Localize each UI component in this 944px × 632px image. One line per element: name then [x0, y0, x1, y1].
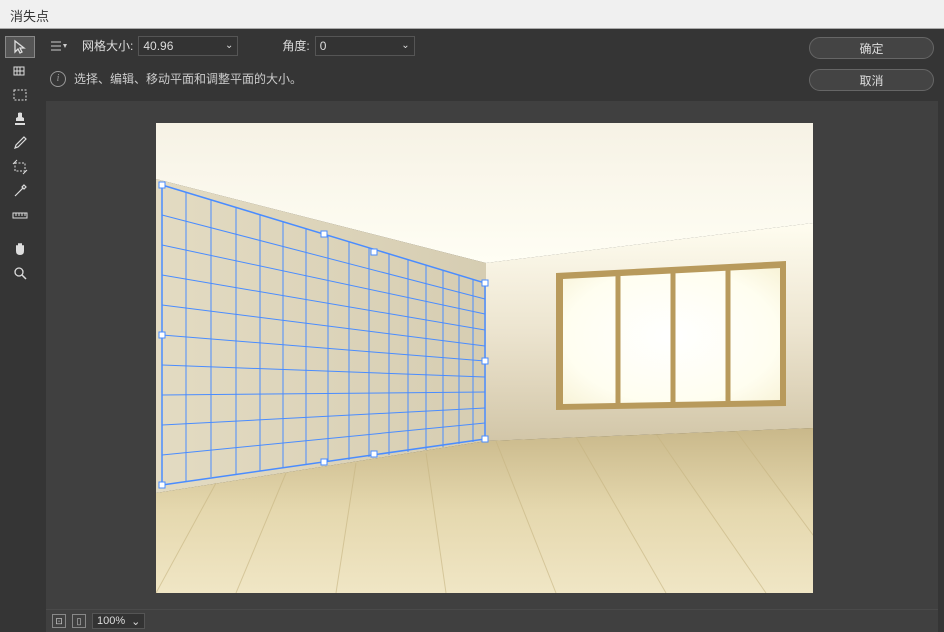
top-area: 网格大小: 40.96 ⌄ 角度: 0 ⌄ — [40, 29, 944, 95]
grid-size-input[interactable]: 40.96 ⌄ — [138, 36, 238, 56]
window-title: 消失点 — [10, 9, 49, 24]
angle-label: 角度: — [282, 37, 309, 54]
ok-button[interactable]: 确定 — [809, 37, 934, 59]
toolbar — [0, 29, 40, 632]
tool-edit-plane[interactable] — [6, 37, 34, 57]
fit-screen-icon[interactable]: ⊡ — [52, 614, 66, 628]
canvas-area[interactable] — [46, 101, 938, 609]
angle-input[interactable]: 0 ⌄ — [315, 36, 415, 56]
tool-create-plane[interactable] — [6, 61, 34, 81]
actual-pixels-icon[interactable]: ▯ — [72, 614, 86, 628]
tool-brush[interactable] — [6, 133, 34, 153]
controls-row: 网格大小: 40.96 ⌄ 角度: 0 ⌄ — [40, 29, 809, 62]
button-panel: 确定 取消 — [809, 29, 944, 95]
chevron-down-icon: ⌄ — [131, 615, 140, 628]
hint-text: 选择、编辑、移动平面和调整平面的大小。 — [74, 70, 302, 87]
main: 网格大小: 40.96 ⌄ 角度: 0 ⌄ — [0, 29, 944, 632]
tool-zoom[interactable] — [6, 263, 34, 283]
angle-field: 角度: 0 ⌄ — [282, 36, 414, 56]
chevron-down-icon: ⌄ — [225, 40, 233, 51]
window — [556, 261, 786, 410]
tool-hand[interactable] — [6, 239, 34, 259]
room-scene — [156, 123, 813, 593]
grid-size-value: 40.96 — [143, 39, 173, 53]
workspace: 网格大小: 40.96 ⌄ 角度: 0 ⌄ — [40, 29, 944, 632]
flyout-menu-icon[interactable] — [50, 40, 68, 52]
tool-stamp[interactable] — [6, 109, 34, 129]
angle-value: 0 — [320, 39, 327, 53]
info-row: i 选择、编辑、移动平面和调整平面的大小。 — [40, 62, 809, 95]
status-bar: ⊡ ▯ 100% ⌄ — [46, 609, 938, 632]
cancel-button[interactable]: 取消 — [809, 69, 934, 91]
grid-size-label: 网格大小: — [82, 37, 133, 54]
tool-measure[interactable] — [6, 205, 34, 225]
chevron-down-icon: ⌄ — [401, 40, 409, 51]
tool-transform[interactable] — [6, 157, 34, 177]
canvas-image — [156, 123, 813, 593]
zoom-input[interactable]: 100% ⌄ — [92, 613, 145, 629]
info-icon: i — [50, 71, 66, 87]
zoom-value: 100% — [97, 615, 125, 627]
title-bar: 消失点 — [0, 0, 944, 29]
grid-size-field: 网格大小: 40.96 ⌄ — [82, 36, 238, 56]
tool-eyedropper[interactable] — [6, 181, 34, 201]
tool-marquee[interactable] — [6, 85, 34, 105]
